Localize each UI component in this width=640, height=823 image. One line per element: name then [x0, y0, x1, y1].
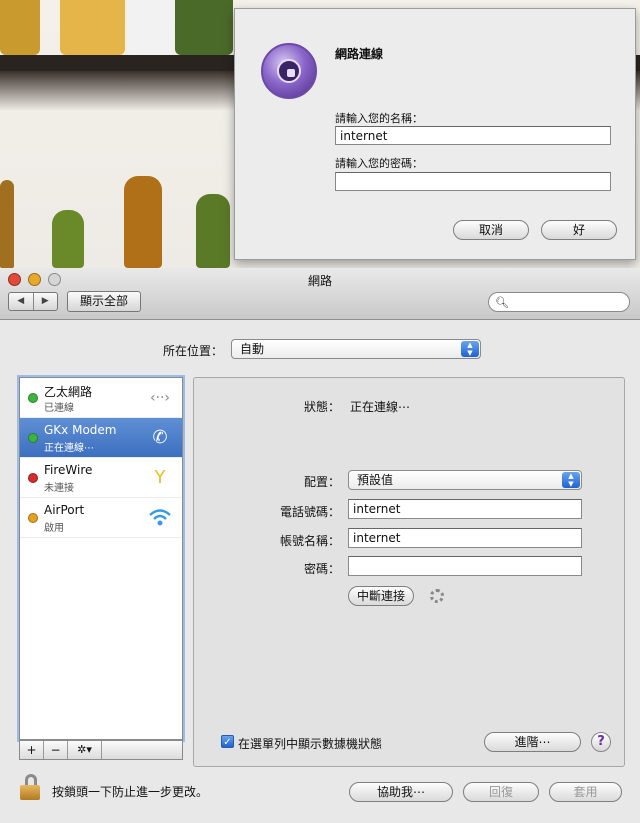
ok-button[interactable]: 好 [541, 220, 617, 240]
show-all-button[interactable]: 顯示全部 [67, 291, 141, 312]
service-status: 啟用 [44, 523, 64, 534]
show-modem-status-checkbox[interactable]: ✓ [221, 735, 234, 748]
service-status: 已連線 [44, 403, 74, 414]
config-popup[interactable]: 預設值 ▲ ▼ [348, 470, 582, 490]
background-bottle [0, 180, 14, 268]
window-title: 網路 [307, 274, 332, 288]
title-bar: 網路 ◀ ▶ 顯示全部 🔍︎ [0, 268, 640, 320]
add-service-button[interactable]: + [20, 741, 44, 759]
config-label: 配置： [303, 475, 340, 489]
password-input[interactable] [348, 556, 582, 576]
progress-spinner-icon [430, 589, 444, 603]
phone-modem-icon: ✆ [152, 427, 168, 448]
status-dot-orange [28, 513, 38, 523]
name-input[interactable]: internet [335, 126, 611, 145]
status-value: 正在連線⋯ [350, 400, 411, 414]
service-name: GKx Modem [44, 423, 117, 437]
service-item-airport[interactable]: AirPort 啟用 [20, 498, 182, 538]
service-name: AirPort [44, 503, 85, 517]
dialog-title: 網路連線 [335, 47, 384, 61]
background-jar [128, 0, 173, 55]
password-label: 密碼： [303, 562, 340, 576]
name-label: 請輸入您的名稱： [335, 112, 423, 125]
location-value: 自動 [240, 342, 265, 356]
service-list-toolbar: + − ✲▾ [19, 740, 183, 760]
phone-label: 電話號碼： [279, 505, 340, 519]
background-bottle [196, 194, 230, 268]
config-value: 預設值 [357, 473, 394, 487]
network-connect-icon [261, 43, 317, 99]
service-list: 乙太網路 已連線 ‹··› GKx Modem 正在連線⋯ ✆ FireWire… [19, 377, 183, 740]
advanced-button[interactable]: 進階⋯ [484, 732, 581, 752]
back-forward-control: ◀ ▶ [8, 292, 58, 311]
cancel-button[interactable]: 取消 [453, 220, 529, 240]
firewire-icon: Y [154, 467, 166, 488]
wifi-icon [146, 506, 174, 530]
background-bottle [52, 210, 84, 268]
service-status: 正在連線⋯ [44, 443, 94, 454]
background-jar [60, 0, 125, 55]
lock-icon[interactable] [20, 774, 40, 800]
status-dot-green [28, 393, 38, 403]
service-detail-pane: 狀態： 正在連線⋯ 配置： 預設值 ▲ ▼ 電話號碼： internet 帳號名稱… [193, 377, 625, 767]
service-item-modem[interactable]: GKx Modem 正在連線⋯ ✆ [20, 418, 182, 458]
show-modem-status-label: 在選單列中顯示數據機狀態 [238, 737, 383, 751]
remove-service-button[interactable]: − [44, 741, 68, 759]
account-label: 帳號名稱： [279, 534, 340, 548]
location-popup[interactable]: 自動 ▲ ▼ [231, 339, 481, 359]
ethernet-icon: ‹··› [149, 390, 171, 406]
phone-number-input[interactable]: internet [348, 499, 582, 519]
background-bottle [124, 176, 162, 268]
preferences-content: 所在位置： 自動 ▲ ▼ 乙太網路 已連線 ‹··› GKx Modem 正在連線… [0, 320, 640, 823]
status-dot-green [28, 433, 38, 443]
service-item-ethernet[interactable]: 乙太網路 已連線 ‹··› [20, 378, 182, 418]
search-field[interactable]: 🔍︎ [488, 292, 630, 312]
service-item-firewire[interactable]: FireWire 未連接 Y [20, 458, 182, 498]
network-preferences-window: 網路 ◀ ▶ 顯示全部 🔍︎ 所在位置： 自動 ▲ ▼ 乙太網路 已連線 ‹··›… [0, 268, 640, 823]
password-label: 請輸入您的密碼： [335, 157, 423, 170]
assist-me-button[interactable]: 協助我⋯ [349, 782, 453, 802]
status-dot-red [28, 473, 38, 483]
revert-button[interactable]: 回復 [463, 782, 539, 802]
help-button[interactable]: ? [591, 732, 611, 752]
service-name: 乙太網路 [44, 385, 93, 399]
service-status: 未連接 [44, 483, 74, 494]
password-input[interactable] [335, 172, 611, 191]
status-label: 狀態： [303, 400, 340, 414]
search-icon: 🔍︎ [495, 296, 509, 309]
location-label: 所在位置： [163, 344, 224, 358]
forward-arrow-icon[interactable]: ▶ [34, 293, 58, 310]
apply-button[interactable]: 套用 [549, 782, 622, 802]
lock-hint-text: 按鎖頭一下防止進一步更改。 [52, 785, 209, 799]
account-name-input[interactable]: internet [348, 528, 582, 548]
popup-arrows-icon: ▲ ▼ [562, 472, 580, 488]
popup-arrows-icon: ▲ ▼ [461, 341, 479, 357]
background-jar [0, 0, 40, 55]
gear-menu-icon[interactable]: ✲▾ [68, 741, 102, 759]
network-login-dialog: 網路連線 請輸入您的名稱： internet 請輸入您的密碼： 取消 好 [234, 8, 636, 260]
service-name: FireWire [44, 463, 93, 477]
disconnect-button[interactable]: 中斷連接 [348, 586, 414, 606]
background-jar [175, 0, 233, 55]
back-arrow-icon[interactable]: ◀ [9, 293, 34, 310]
